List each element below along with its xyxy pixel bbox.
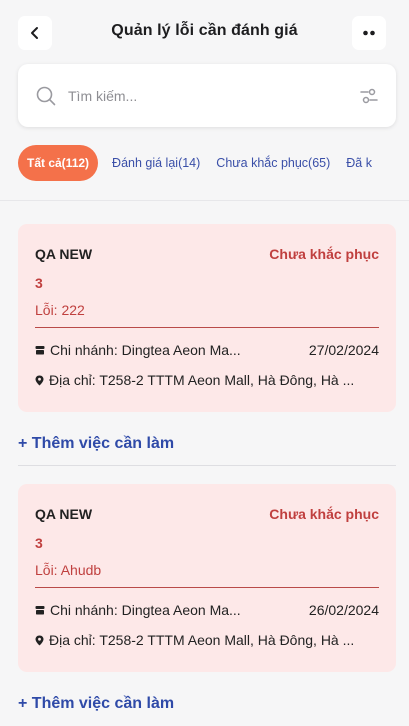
store-icon xyxy=(35,606,45,615)
card-divider xyxy=(35,587,379,588)
card-address: Địa chỉ: T258-2 TTTM Aeon Mall, Hà Đông,… xyxy=(49,372,355,388)
search-input[interactable]: Tìm kiếm... xyxy=(68,88,360,104)
location-pin-icon xyxy=(35,375,44,385)
card-divider xyxy=(35,327,379,328)
more-button[interactable] xyxy=(352,16,386,50)
more-dots-icon xyxy=(363,30,375,36)
search-bar[interactable]: Tìm kiếm... xyxy=(18,64,396,127)
app-header: Quản lý lỗi cần đánh giá xyxy=(0,0,409,62)
page-title: Quản lý lỗi cần đánh giá xyxy=(111,22,298,39)
card-error-text: Lỗi: 222 xyxy=(35,302,85,318)
card-error-text: Lỗi: Ahudb xyxy=(35,562,102,578)
card-count: 3 xyxy=(35,275,43,291)
error-card[interactable]: QA NEW Chưa khắc phục 3 Lỗi: Ahudb Chi n… xyxy=(18,484,396,672)
tabs-divider xyxy=(0,200,409,201)
card-branch: Chi nhánh: Dingtea Aeon Ma... xyxy=(50,342,241,358)
filter-tabs: Tất cả(112) Đánh giá lại(14) Chưa khắc p… xyxy=(18,145,409,181)
card-name: QA NEW xyxy=(35,506,93,522)
back-button[interactable] xyxy=(18,16,52,50)
search-icon xyxy=(36,86,56,105)
card-branch: Chi nhánh: Dingtea Aeon Ma... xyxy=(50,602,241,618)
card-address: Địa chỉ: T258-2 TTTM Aeon Mall, Hà Đông,… xyxy=(49,632,355,648)
card-name: QA NEW xyxy=(35,246,93,262)
store-icon xyxy=(35,346,45,355)
add-task-button[interactable]: + Thêm việc cần làm xyxy=(18,695,174,713)
card-count: 3 xyxy=(35,535,43,551)
status-badge: Chưa khắc phục xyxy=(269,506,379,522)
chevron-left-icon xyxy=(31,27,38,39)
section-divider xyxy=(18,465,396,466)
filter-icon[interactable] xyxy=(360,87,378,105)
tab-unresolved[interactable]: Chưa khắc phục(65) xyxy=(214,156,332,170)
status-badge: Chưa khắc phục xyxy=(269,246,379,262)
tab-reevaluate[interactable]: Đánh giá lại(14) xyxy=(110,156,202,170)
card-date: 27/02/2024 xyxy=(308,342,379,358)
location-pin-icon xyxy=(35,635,44,645)
tab-resolved[interactable]: Đã k xyxy=(344,156,374,170)
error-card[interactable]: QA NEW Chưa khắc phục 3 Lỗi: 222 Chi nhá… xyxy=(18,224,396,412)
add-task-button[interactable]: + Thêm việc cần làm xyxy=(18,435,174,453)
tab-all[interactable]: Tất cả(112) xyxy=(18,145,99,181)
card-date: 26/02/2024 xyxy=(308,602,379,618)
